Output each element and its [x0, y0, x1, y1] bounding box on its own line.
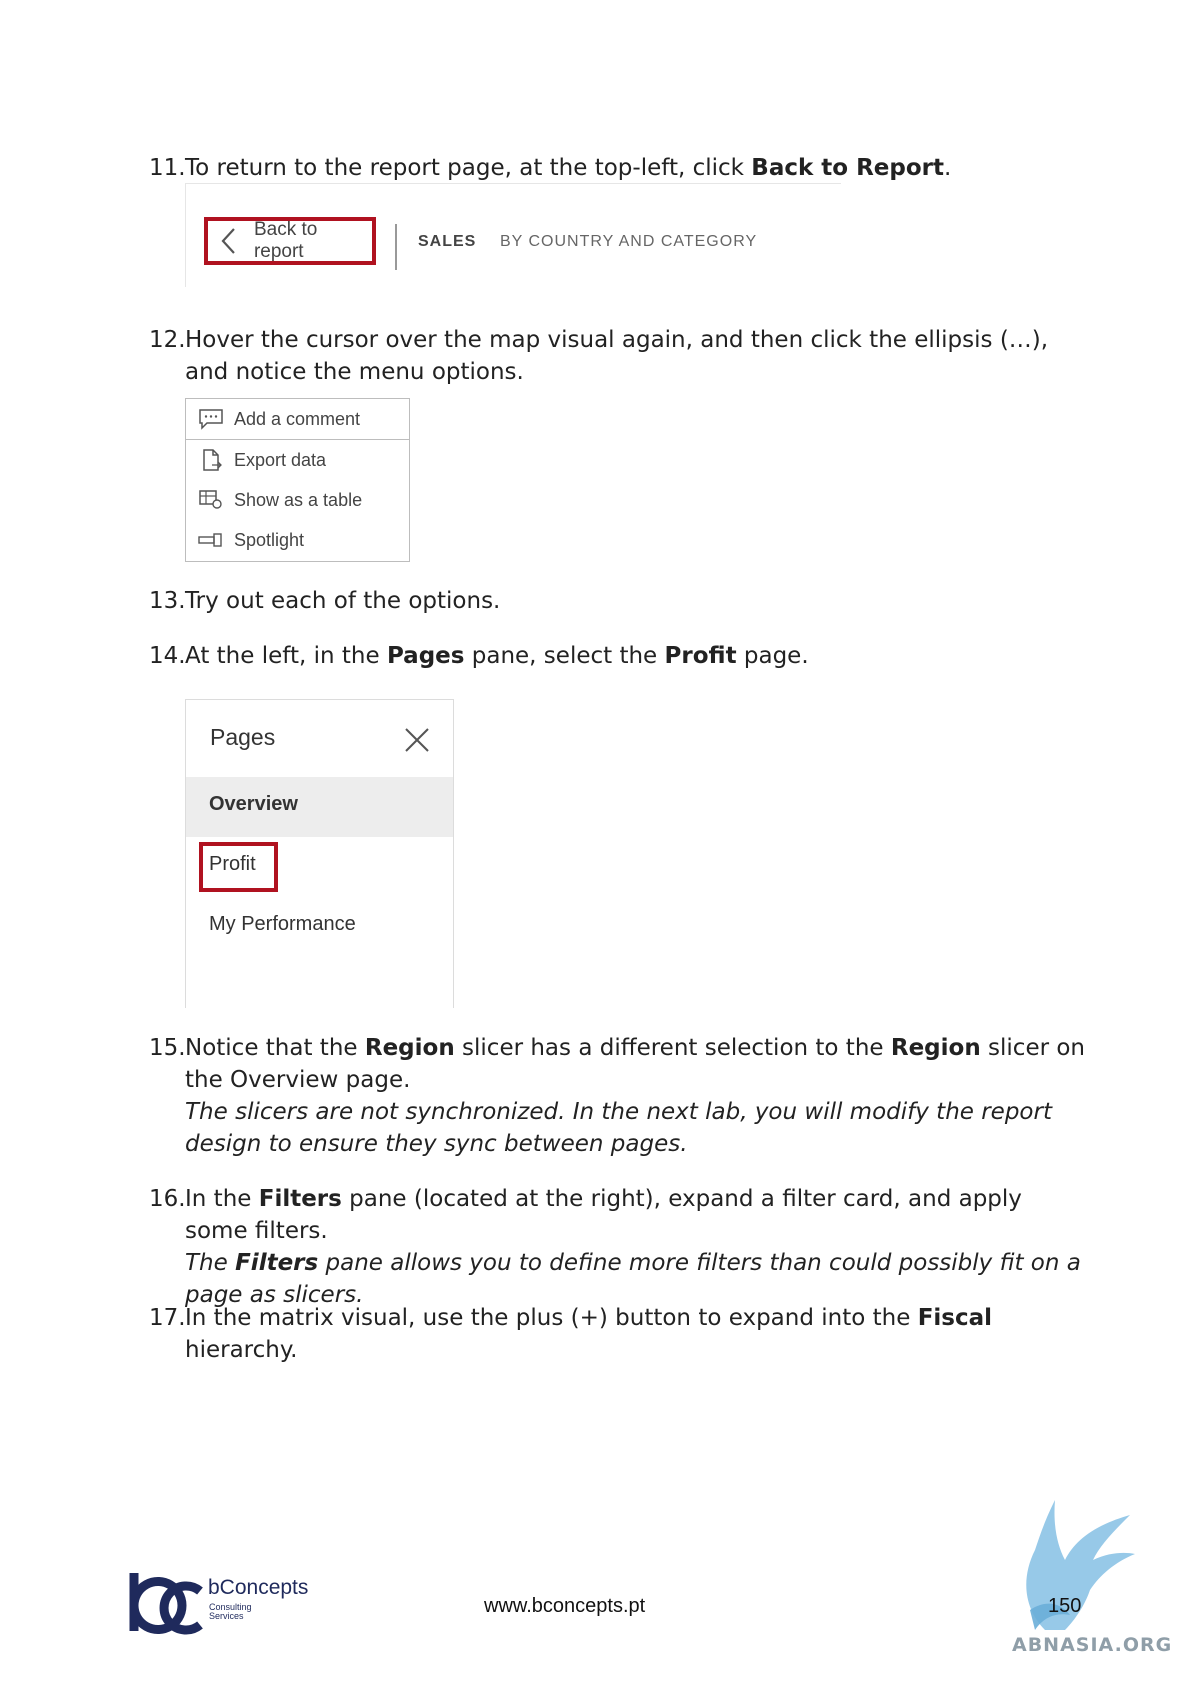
step-number: 13.	[149, 588, 186, 614]
footer-url: www.bconcepts.pt	[484, 1595, 646, 1617]
step-text: Hover the cursor over the map visual aga…	[185, 327, 1049, 385]
page-item-my-performance[interactable]: My Performance	[186, 897, 453, 957]
step-text: To return to the report page, at the top…	[185, 155, 952, 181]
step-13: 13. Try out each of the options.	[149, 585, 1089, 617]
chevron-left-icon	[221, 228, 235, 254]
step-16: 16. In the Filters pane (located at the …	[149, 1183, 1089, 1311]
export-icon	[203, 449, 222, 471]
comment-icon	[199, 409, 223, 430]
step-number: 16.	[149, 1186, 186, 1212]
report-page-name: SALES	[418, 233, 477, 250]
profit-highlight-box	[199, 842, 278, 892]
header-divider	[395, 224, 397, 270]
step-17: 17. In the matrix visual, use the plus (…	[149, 1302, 1089, 1366]
menu-item-show-as-table[interactable]: Show as a table	[186, 480, 409, 520]
menu-item-spotlight[interactable]: Spotlight	[186, 520, 409, 560]
step-14: 14. At the left, in the Pages pane, sele…	[149, 640, 1089, 672]
step-text: Try out each of the options.	[185, 588, 501, 614]
step-number: 14.	[149, 643, 186, 669]
step-15: 15. Notice that the Region slicer has a …	[149, 1032, 1089, 1160]
step-note: The slicers are not synchronized. In the…	[185, 1099, 1052, 1157]
back-to-report-button[interactable]: Back to report	[204, 217, 376, 265]
menu-item-add-comment[interactable]: Add a comment	[186, 399, 409, 440]
step-11: 11. To return to the report page, at the…	[149, 152, 1089, 184]
menu-item-label: Spotlight	[234, 529, 305, 550]
step-number: 11.	[149, 155, 186, 181]
menu-item-label: Show as a table	[234, 489, 363, 510]
spotlight-icon	[198, 533, 222, 547]
back-to-report-label: Back to report	[253, 219, 318, 262]
menu-item-label: Add a comment	[234, 408, 361, 429]
step-12: 12. Hover the cursor over the map visual…	[149, 324, 1089, 388]
brand-name: bConcepts	[208, 1576, 309, 1599]
step-number: 17.	[149, 1305, 186, 1331]
page-item-overview[interactable]: Overview	[186, 777, 453, 837]
pages-pane-title: Pages	[210, 724, 276, 750]
step-text: In the matrix visual, use the plus (+) b…	[185, 1305, 993, 1363]
brand-tagline: Consulting Services	[209, 1602, 252, 1621]
table-icon	[199, 490, 222, 509]
menu-item-label: Export data	[234, 449, 327, 470]
page-item-label: Overview	[209, 793, 298, 815]
step-text: Notice that the Region slicer has a diff…	[185, 1035, 1086, 1157]
menu-item-export-data[interactable]: Export data	[186, 440, 409, 480]
visual-context-menu: Add a comment Export data Show as a tabl…	[185, 398, 410, 562]
step-number: 12.	[149, 327, 186, 353]
step-note: The Filters pane allows you to define mo…	[185, 1250, 1081, 1308]
pages-pane: Pages Overview Profit My Performance	[185, 699, 454, 1008]
page-number: 150	[1048, 1595, 1082, 1617]
step-number: 15.	[149, 1035, 186, 1061]
close-icon[interactable]	[403, 726, 431, 754]
page-item-label: My Performance	[209, 913, 356, 935]
report-page-subtitle: BY COUNTRY AND CATEGORY	[500, 233, 758, 250]
step-text: In the Filters pane (located at the righ…	[185, 1186, 1081, 1308]
report-header-screenshot: Back to report SALES BY COUNTRY AND CATE…	[185, 183, 841, 287]
watermark-text: ABNASIA.ORG	[1012, 1634, 1173, 1656]
step-text: At the left, in the Pages pane, select t…	[185, 643, 809, 669]
